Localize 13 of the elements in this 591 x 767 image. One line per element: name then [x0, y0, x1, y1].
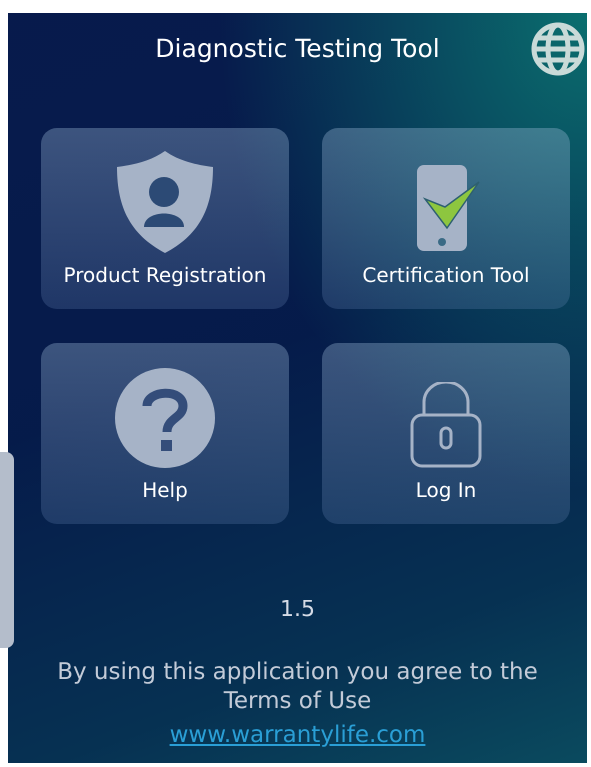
shield-person-icon [117, 151, 213, 253]
terms-notice: By using this application you agree to the Terms of Use [56, 658, 539, 716]
padlock-icon [410, 382, 482, 468]
question-mark-icon [115, 368, 215, 468]
app-title: Diagnostic Testing Tool [155, 34, 440, 62]
globe-icon[interactable] [531, 22, 585, 76]
menu-tile[interactable]: Certification Tool [322, 128, 570, 309]
menu-tile[interactable]: Product Registration [41, 128, 289, 309]
side-handle[interactable] [0, 452, 14, 648]
version-number: 1.5 [279, 597, 316, 622]
website-link[interactable]: www.warrantylife.com [170, 722, 426, 748]
menu-tile[interactable]: Help [41, 343, 289, 524]
menu-tile[interactable]: Log In [322, 343, 570, 524]
